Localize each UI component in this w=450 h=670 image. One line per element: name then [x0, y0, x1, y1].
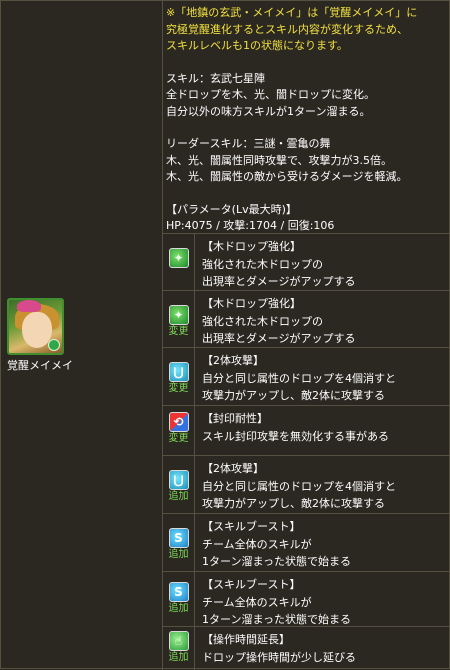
awakening-line: スキル封印攻撃を無効化する事がある: [202, 429, 389, 443]
awakening-line: 自分と同じ属性のドロップを4個消すと: [202, 371, 396, 385]
monster-name: 覚醒メイメイ: [7, 359, 73, 372]
awakening-row: ⟲ 変更 【封印耐性】 スキル封印攻撃を無効化する事がある: [163, 406, 450, 456]
monster-column: 覚醒メイメイ: [1, 1, 163, 670]
awakening-icon-cell: S 追加: [163, 514, 195, 571]
awakening-description: 【スキルブースト】 チーム全体のスキルが 1ターン溜まった状態で始まる: [202, 576, 446, 629]
note-line: スキルレベルも1の状態になります。: [166, 39, 348, 52]
two-pronged-attack-icon[interactable]: ⋃: [168, 470, 189, 490]
awakening-line: 自分と同じ属性のドロップを4個消すと: [202, 479, 396, 493]
awakening-icon-cell: S 追加: [163, 572, 195, 626]
awakening-title: 【封印耐性】: [202, 412, 268, 425]
wood-drop-enhance-icon[interactable]: ✦: [168, 305, 189, 325]
awakening-tag: 追加: [168, 549, 189, 560]
portrait-hat: [17, 300, 41, 312]
awakening-line: 強化された木ドロップの: [202, 257, 323, 271]
awakening-description: 【2体攻撃】 自分と同じ属性のドロップを4個消すと 攻撃力がアップし、敵2体に攻…: [202, 352, 446, 405]
active-skill-effect: 全ドロップを木、光、闇ドロップに変化。: [166, 88, 375, 101]
awakening-icon-cell: ✦ 変更: [163, 291, 195, 347]
awakening-title: 【2体攻撃】: [202, 354, 264, 367]
leader-skill-effect: 木、光、闇属性の敵から受けるダメージを軽減。: [166, 170, 408, 183]
awakening-tag: 変更: [168, 433, 189, 444]
awakening-line: チーム全体のスキルが: [202, 537, 312, 551]
leader-skill-effect: 木、光、闇属性同時攻撃で、攻撃力が3.5倍。: [166, 153, 393, 167]
awakening-row: S 追加 【スキルブースト】 チーム全体のスキルが 1ターン溜まった状態で始まる: [163, 572, 450, 627]
awakening-row: ☝ 追加 【操作時間延長】 ドロップ操作時間が少し延びる: [163, 627, 450, 670]
awakening-description: 【木ドロップ強化】 強化された木ドロップの 出現率とダメージがアップする: [202, 295, 446, 348]
awakening-line: 出現率とダメージがアップする: [202, 332, 356, 345]
skill-info-block: ※「地鎮の玄武・メイメイ」は「覚醒メイメイ」に 究極覚醒進化するとスキル内容が変…: [163, 1, 450, 234]
wood-drop-enhance-icon[interactable]: ✦: [168, 248, 189, 268]
awakening-description: 【操作時間延長】 ドロップ操作時間が少し延びる: [202, 631, 446, 666]
awakening-icon-cell: ✦: [163, 234, 195, 290]
awakening-row: S 追加 【スキルブースト】 チーム全体のスキルが 1ターン溜まった状態で始まる: [163, 514, 450, 572]
awakening-title: 【操作時間延長】: [202, 633, 290, 646]
awakening-title: 【木ドロップ強化】: [202, 240, 301, 253]
note-line: 究極覚醒進化するとスキル内容が変化するため、: [166, 22, 408, 36]
awakening-row: ⋃ 変更 【2体攻撃】 自分と同じ属性のドロップを4個消すと 攻撃力がアップし、…: [163, 348, 450, 406]
awakening-title: 【スキルブースト】: [202, 520, 301, 533]
awakening-line: チーム全体のスキルが: [202, 595, 312, 609]
awakening-line: ドロップ操作時間が少し延びる: [202, 650, 356, 664]
awakening-line: 1ターン溜まった状態で始まる: [202, 555, 352, 568]
awakening-tag: 変更: [168, 326, 189, 337]
awakening-title: 【スキルブースト】: [202, 578, 301, 591]
awakening-row: ✦ 変更 【木ドロップ強化】 強化された木ドロップの 出現率とダメージがアップす…: [163, 291, 450, 348]
awakening-title: 【木ドロップ強化】: [202, 297, 301, 310]
parameter-values: HP:4075 / 攻撃:1704 / 回復:106: [166, 219, 335, 232]
monster-card: 覚醒メイメイ ※「地鎮の玄武・メイメイ」は「覚醒メイメイ」に 究極覚醒進化すると…: [0, 0, 450, 670]
awakening-title: 【2体攻撃】: [202, 462, 264, 475]
awakening-row: ⋃ 追加 【2体攻撃】 自分と同じ属性のドロップを4個消すと 攻撃力がアップし、…: [163, 456, 450, 514]
bind-resistance-icon[interactable]: ⟲: [168, 412, 189, 432]
monster-summary: 覚醒メイメイ: [7, 298, 157, 373]
awakening-line: 1ターン溜まった状態で始まる: [202, 613, 352, 626]
awakening-row: ✦ 【木ドロップ強化】 強化された木ドロップの 出現率とダメージがアップする: [163, 234, 450, 291]
awakening-description: 【スキルブースト】 チーム全体のスキルが 1ターン溜まった状態で始まる: [202, 518, 446, 571]
awakening-tag: 追加: [168, 491, 189, 502]
leader-skill-name: リーダースキル：三謎・霊亀の舞: [166, 137, 331, 150]
awakening-icon-cell: ⋃ 追加: [163, 456, 195, 513]
active-skill-name: スキル：玄武七星陣: [166, 71, 265, 85]
time-extend-icon[interactable]: ☝: [168, 631, 189, 651]
awakening-line: 攻撃力がアップし、敵2体に攻撃する: [202, 497, 385, 510]
awakening-line: 出現率とダメージがアップする: [202, 275, 356, 288]
awakening-icon-cell: ☝ 追加: [163, 627, 195, 670]
active-skill-effect: 自分以外の味方スキルが1ターン溜まる。: [166, 104, 371, 118]
awakening-tag: 追加: [168, 603, 189, 614]
skill-boost-icon[interactable]: S: [168, 528, 189, 548]
parameter-heading: 【パラメータ(Lv最大時)】: [166, 202, 297, 216]
awakening-tag: 変更: [168, 383, 189, 394]
awakening-line: 攻撃力がアップし、敵2体に攻撃する: [202, 389, 385, 402]
wood-attribute-icon: [48, 339, 60, 351]
awakening-description: 【封印耐性】 スキル封印攻撃を無効化する事がある: [202, 410, 446, 445]
awakening-description: 【木ドロップ強化】 強化された木ドロップの 出現率とダメージがアップする: [202, 238, 446, 291]
awakening-icon-cell: ⋃ 変更: [163, 348, 195, 405]
monster-portrait[interactable]: [7, 298, 64, 355]
awakening-icon-cell: ⟲ 変更: [163, 406, 195, 455]
detail-column: ※「地鎮の玄武・メイメイ」は「覚醒メイメイ」に 究極覚醒進化するとスキル内容が変…: [163, 1, 450, 670]
note-line: ※「地鎮の玄武・メイメイ」は「覚醒メイメイ」に: [166, 6, 418, 19]
two-pronged-attack-icon[interactable]: ⋃: [168, 362, 189, 382]
awakening-line: 強化された木ドロップの: [202, 314, 323, 328]
skill-boost-icon[interactable]: S: [168, 582, 189, 602]
awakening-description: 【2体攻撃】 自分と同じ属性のドロップを4個消すと 攻撃力がアップし、敵2体に攻…: [202, 460, 446, 513]
awakening-tag: 追加: [168, 652, 189, 663]
